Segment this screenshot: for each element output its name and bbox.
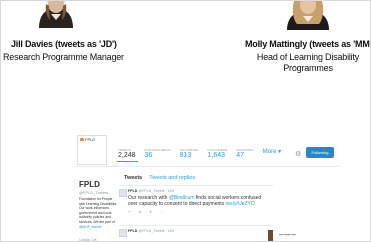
following-button[interactable]: Following xyxy=(306,147,334,158)
tweet-url-link[interactable]: ow.ly/UeZYO xyxy=(226,201,255,207)
logo-text: FPLD xyxy=(85,137,96,142)
more-menu-label: More ▾ xyxy=(262,149,282,155)
stat-value: 2,248 xyxy=(118,152,136,159)
person-role: Research Programme Manager xyxy=(3,52,124,62)
profile-handle[interactable]: @FPLD_Tweets xyxy=(79,190,108,195)
tweet-actions: ↩ ⇄ ★ ⋯ xyxy=(128,209,163,214)
stat-tweets[interactable]: TWEETS 2,248 xyxy=(118,148,136,159)
profile-bio-link[interactable]: @MHF_tweets xyxy=(79,225,101,229)
tweet-avatar[interactable] xyxy=(119,189,127,197)
molly-mattingly-photo xyxy=(283,0,333,30)
stat-followers[interactable]: FOLLOWERS 1,643 xyxy=(208,148,228,159)
stat-favorites[interactable]: FAVORITES 47 xyxy=(236,148,254,159)
profile-nav-divider xyxy=(76,166,341,167)
timeline-tabs: Tweets Tweets and replies xyxy=(124,175,195,181)
sidebar-snippet: ━━ ━━━ ━━ xyxy=(279,233,296,237)
person-name: Molly Mattingly (tweets as 'MM') xyxy=(245,39,371,49)
tab-tweets[interactable]: Tweets xyxy=(124,175,142,181)
tweet-author[interactable]: FPLD xyxy=(128,189,137,193)
more-menu[interactable]: More ▾ xyxy=(263,148,281,159)
jill-davies-photo xyxy=(33,0,79,28)
profile-stats: TWEETS 2,248 PHOTOS/VIDEOS 36 FOLLOWING … xyxy=(118,148,281,159)
profile-bio: Foundation for People with Learning Disa… xyxy=(79,197,119,229)
active-stat-indicator xyxy=(117,161,138,162)
stat-value: 813 xyxy=(179,152,192,159)
reply-icon[interactable]: ↩ xyxy=(128,209,131,214)
profile-location: London, UK xyxy=(79,238,97,242)
following-button-label: Following xyxy=(311,150,329,155)
stat-following[interactable]: FOLLOWING 813 xyxy=(180,148,199,159)
sidebar-thumbnail[interactable] xyxy=(268,230,273,242)
tweet-author[interactable]: FPLD xyxy=(128,229,137,233)
stat-value: 47 xyxy=(236,152,245,159)
tweet-handle[interactable]: @FPLD_Tweets · 16h xyxy=(138,229,173,233)
tweet-header: FPLD @FPLD_Tweets · 16h xyxy=(128,189,174,193)
tweet-divider xyxy=(119,225,273,226)
stat-value: 1,643 xyxy=(207,152,226,159)
tweet-handle[interactable]: @FPLD_Tweets · 16h xyxy=(138,189,173,193)
more-icon[interactable]: ⋯ xyxy=(159,209,163,214)
tweet-text: Our research with @Bindlcum finds social… xyxy=(128,195,268,207)
profile-name: FPLD xyxy=(79,180,100,189)
profile-avatar[interactable]: FPLD xyxy=(77,135,107,165)
person-role: Head of Learning Disability Programmes xyxy=(256,52,360,73)
tweet-avatar[interactable] xyxy=(119,229,127,237)
tabs-divider xyxy=(119,185,273,186)
profile-bio-text: Foundation for People with Learning Disa… xyxy=(79,197,118,224)
retweet-icon[interactable]: ⇄ xyxy=(138,209,141,214)
stat-photos-videos[interactable]: PHOTOS/VIDEOS 36 xyxy=(145,148,171,159)
person-name: Jill Davies (tweets as 'JD') xyxy=(11,39,117,49)
logo-mark-icon xyxy=(80,138,84,141)
favorite-icon[interactable]: ★ xyxy=(149,209,153,214)
tab-tweets-and-replies[interactable]: Tweets and replies xyxy=(149,175,195,181)
tweet-header: FPLD @FPLD_Tweets · 16h xyxy=(128,229,174,233)
gear-icon[interactable]: ⚙ xyxy=(295,150,301,158)
stat-value: 36 xyxy=(144,152,153,159)
fpld-logo: FPLD xyxy=(80,137,95,142)
